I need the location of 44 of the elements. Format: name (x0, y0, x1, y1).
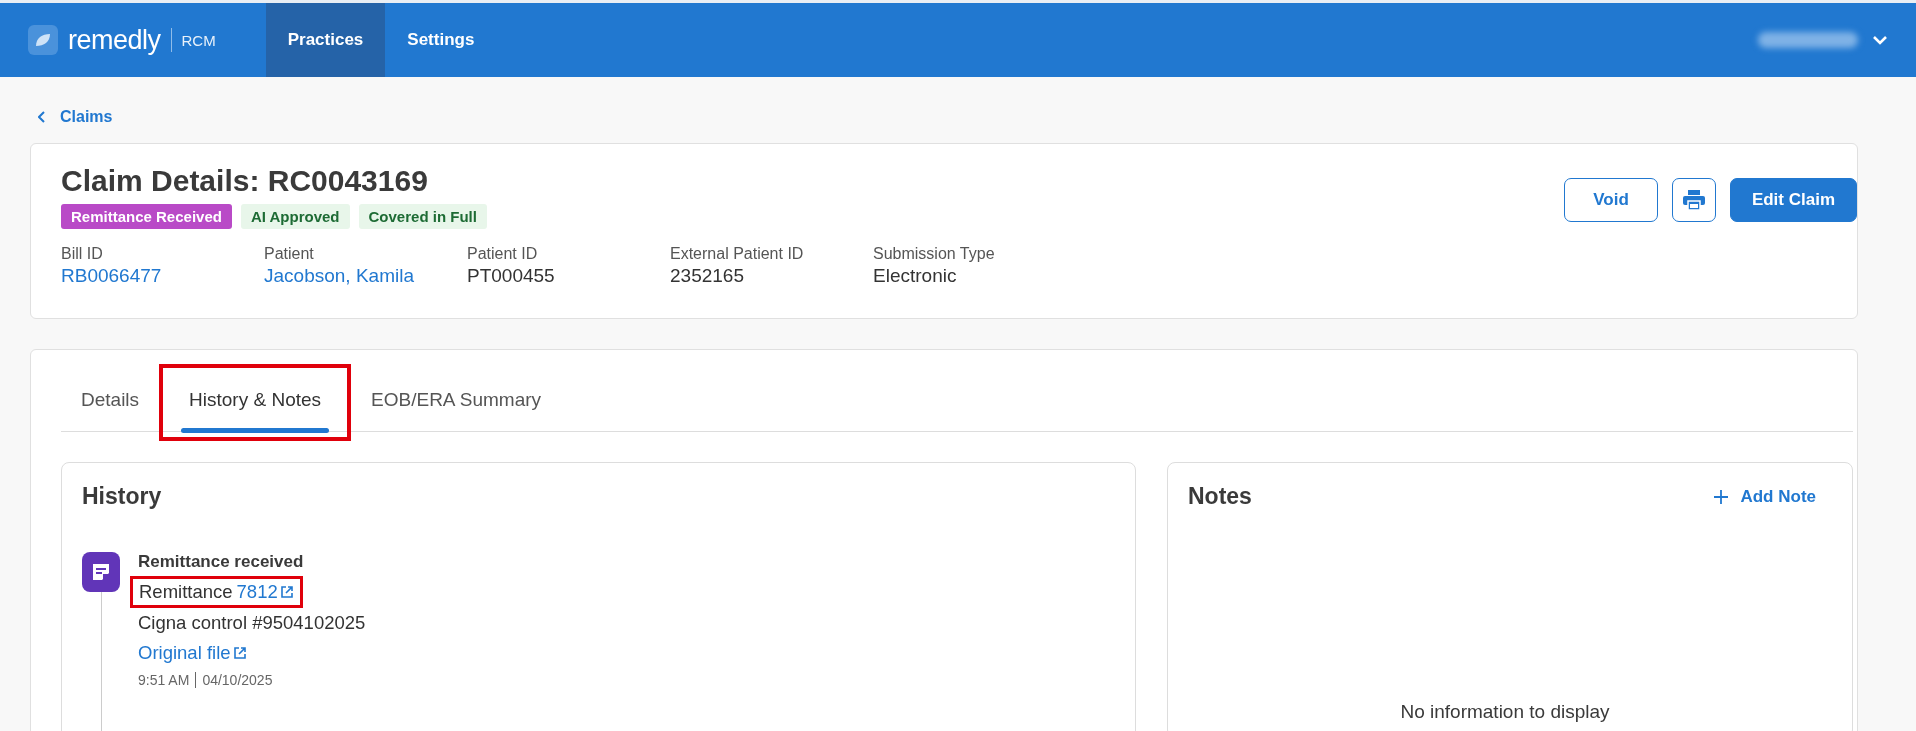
panel-title: History (82, 483, 163, 510)
field-label: Patient (264, 245, 315, 263)
status-badge: Covered in Full (358, 204, 487, 229)
control-number: Cigna control #9504102025 (138, 612, 366, 634)
event-date: 04/10/2025 (202, 672, 273, 688)
field-link[interactable]: Jacobson, Kamila (264, 265, 467, 287)
field-label: External Patient ID (670, 245, 805, 263)
plus-icon (1714, 489, 1729, 504)
event-title: Remittance received (138, 552, 305, 572)
printer-icon (1682, 190, 1705, 210)
field-value: PT000455 (467, 265, 556, 287)
product-label: RCM (181, 31, 216, 49)
breadcrumb-link[interactable]: Claims (60, 108, 113, 126)
field-label: Bill ID (61, 245, 104, 263)
tab[interactable]: History & Notes (169, 368, 342, 431)
external-link-icon (279, 585, 294, 599)
tab[interactable]: Details (61, 368, 160, 431)
event-time: 9:51 AM (138, 672, 190, 688)
status-badge: AI Approved (240, 204, 350, 229)
nav-tab[interactable]: Practices (265, 3, 386, 77)
empty-message: No information to display (1399, 701, 1611, 724)
print-button[interactable] (1671, 178, 1716, 222)
edit-claim-button[interactable]: Edit Claim (1729, 178, 1857, 222)
field-value: Electronic (873, 265, 958, 287)
chevron-down-icon[interactable] (1872, 35, 1888, 45)
field-label: Patient ID (467, 245, 539, 263)
original-file-link[interactable]: Original file (138, 642, 247, 664)
logo-wordmark: remedly (68, 24, 161, 56)
claim-title: Claim Details: RC0043169 (61, 164, 429, 198)
remittance-label: Remittance (139, 581, 233, 603)
note-icon (82, 552, 120, 592)
field-value: 2352165 (670, 265, 745, 287)
tab[interactable]: EOB/ERA Summary (351, 368, 562, 431)
void-button[interactable]: Void (1564, 178, 1658, 222)
nav-tab[interactable]: Settings (385, 3, 497, 77)
external-link-icon (232, 646, 247, 660)
field-link[interactable]: RB0066477 (61, 265, 264, 287)
logo-icon (28, 25, 58, 55)
chevron-left-icon[interactable] (38, 111, 46, 123)
status-badge: Remittance Received (61, 204, 232, 229)
panel-title: Notes (1188, 483, 1252, 510)
add-note-button[interactable]: Add Note (1708, 485, 1822, 508)
remittance-link[interactable]: 7812 (236, 581, 294, 603)
field-label: Submission Type (873, 245, 996, 263)
